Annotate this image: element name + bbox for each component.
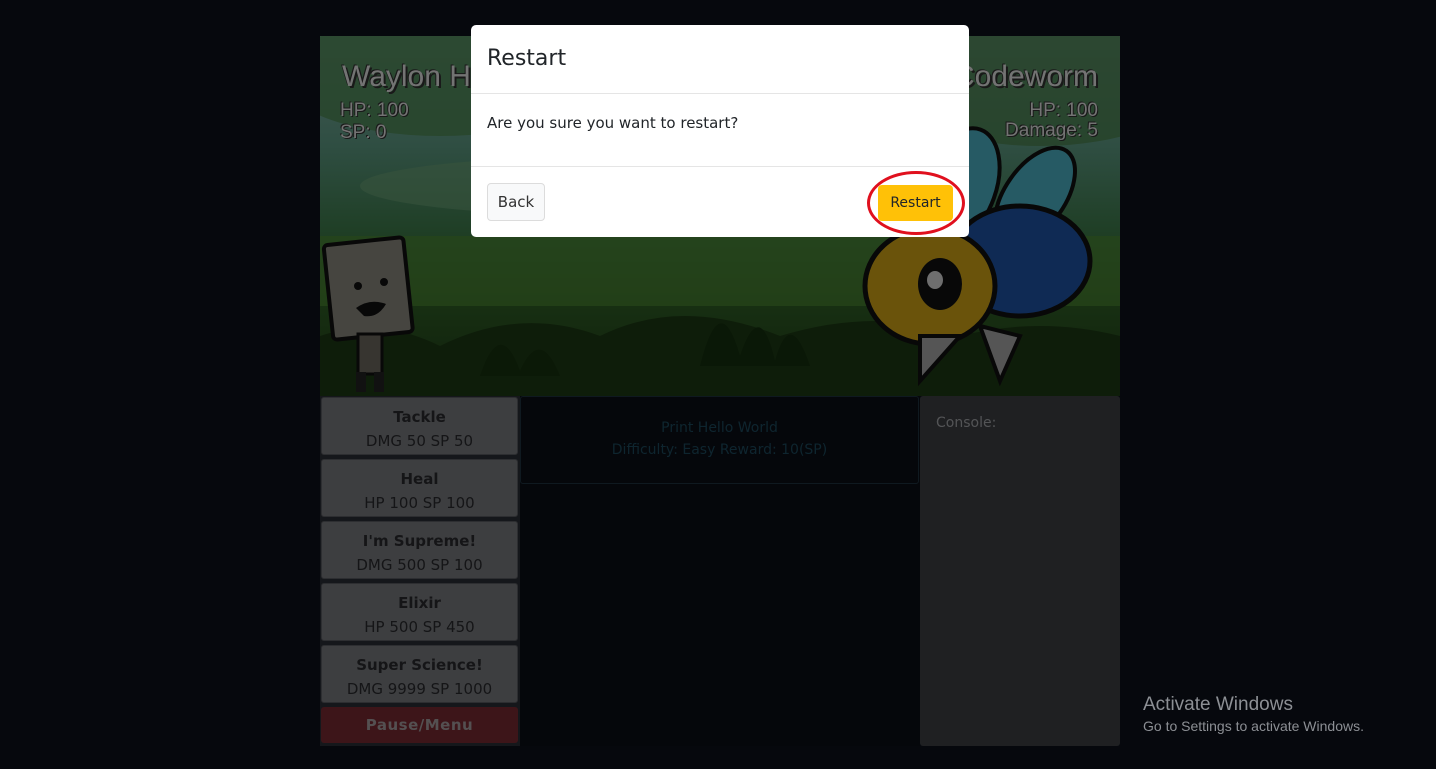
back-button[interactable]: Back bbox=[487, 183, 545, 221]
activate-windows-title: Activate Windows bbox=[1143, 694, 1293, 715]
highlight-circle bbox=[867, 171, 965, 235]
activate-windows-subtitle: Go to Settings to activate Windows. bbox=[1143, 718, 1364, 734]
dialog-title: Restart bbox=[487, 46, 567, 71]
dialog-message: Are you sure you want to restart? bbox=[487, 114, 739, 132]
dialog-header: Restart bbox=[471, 25, 969, 94]
